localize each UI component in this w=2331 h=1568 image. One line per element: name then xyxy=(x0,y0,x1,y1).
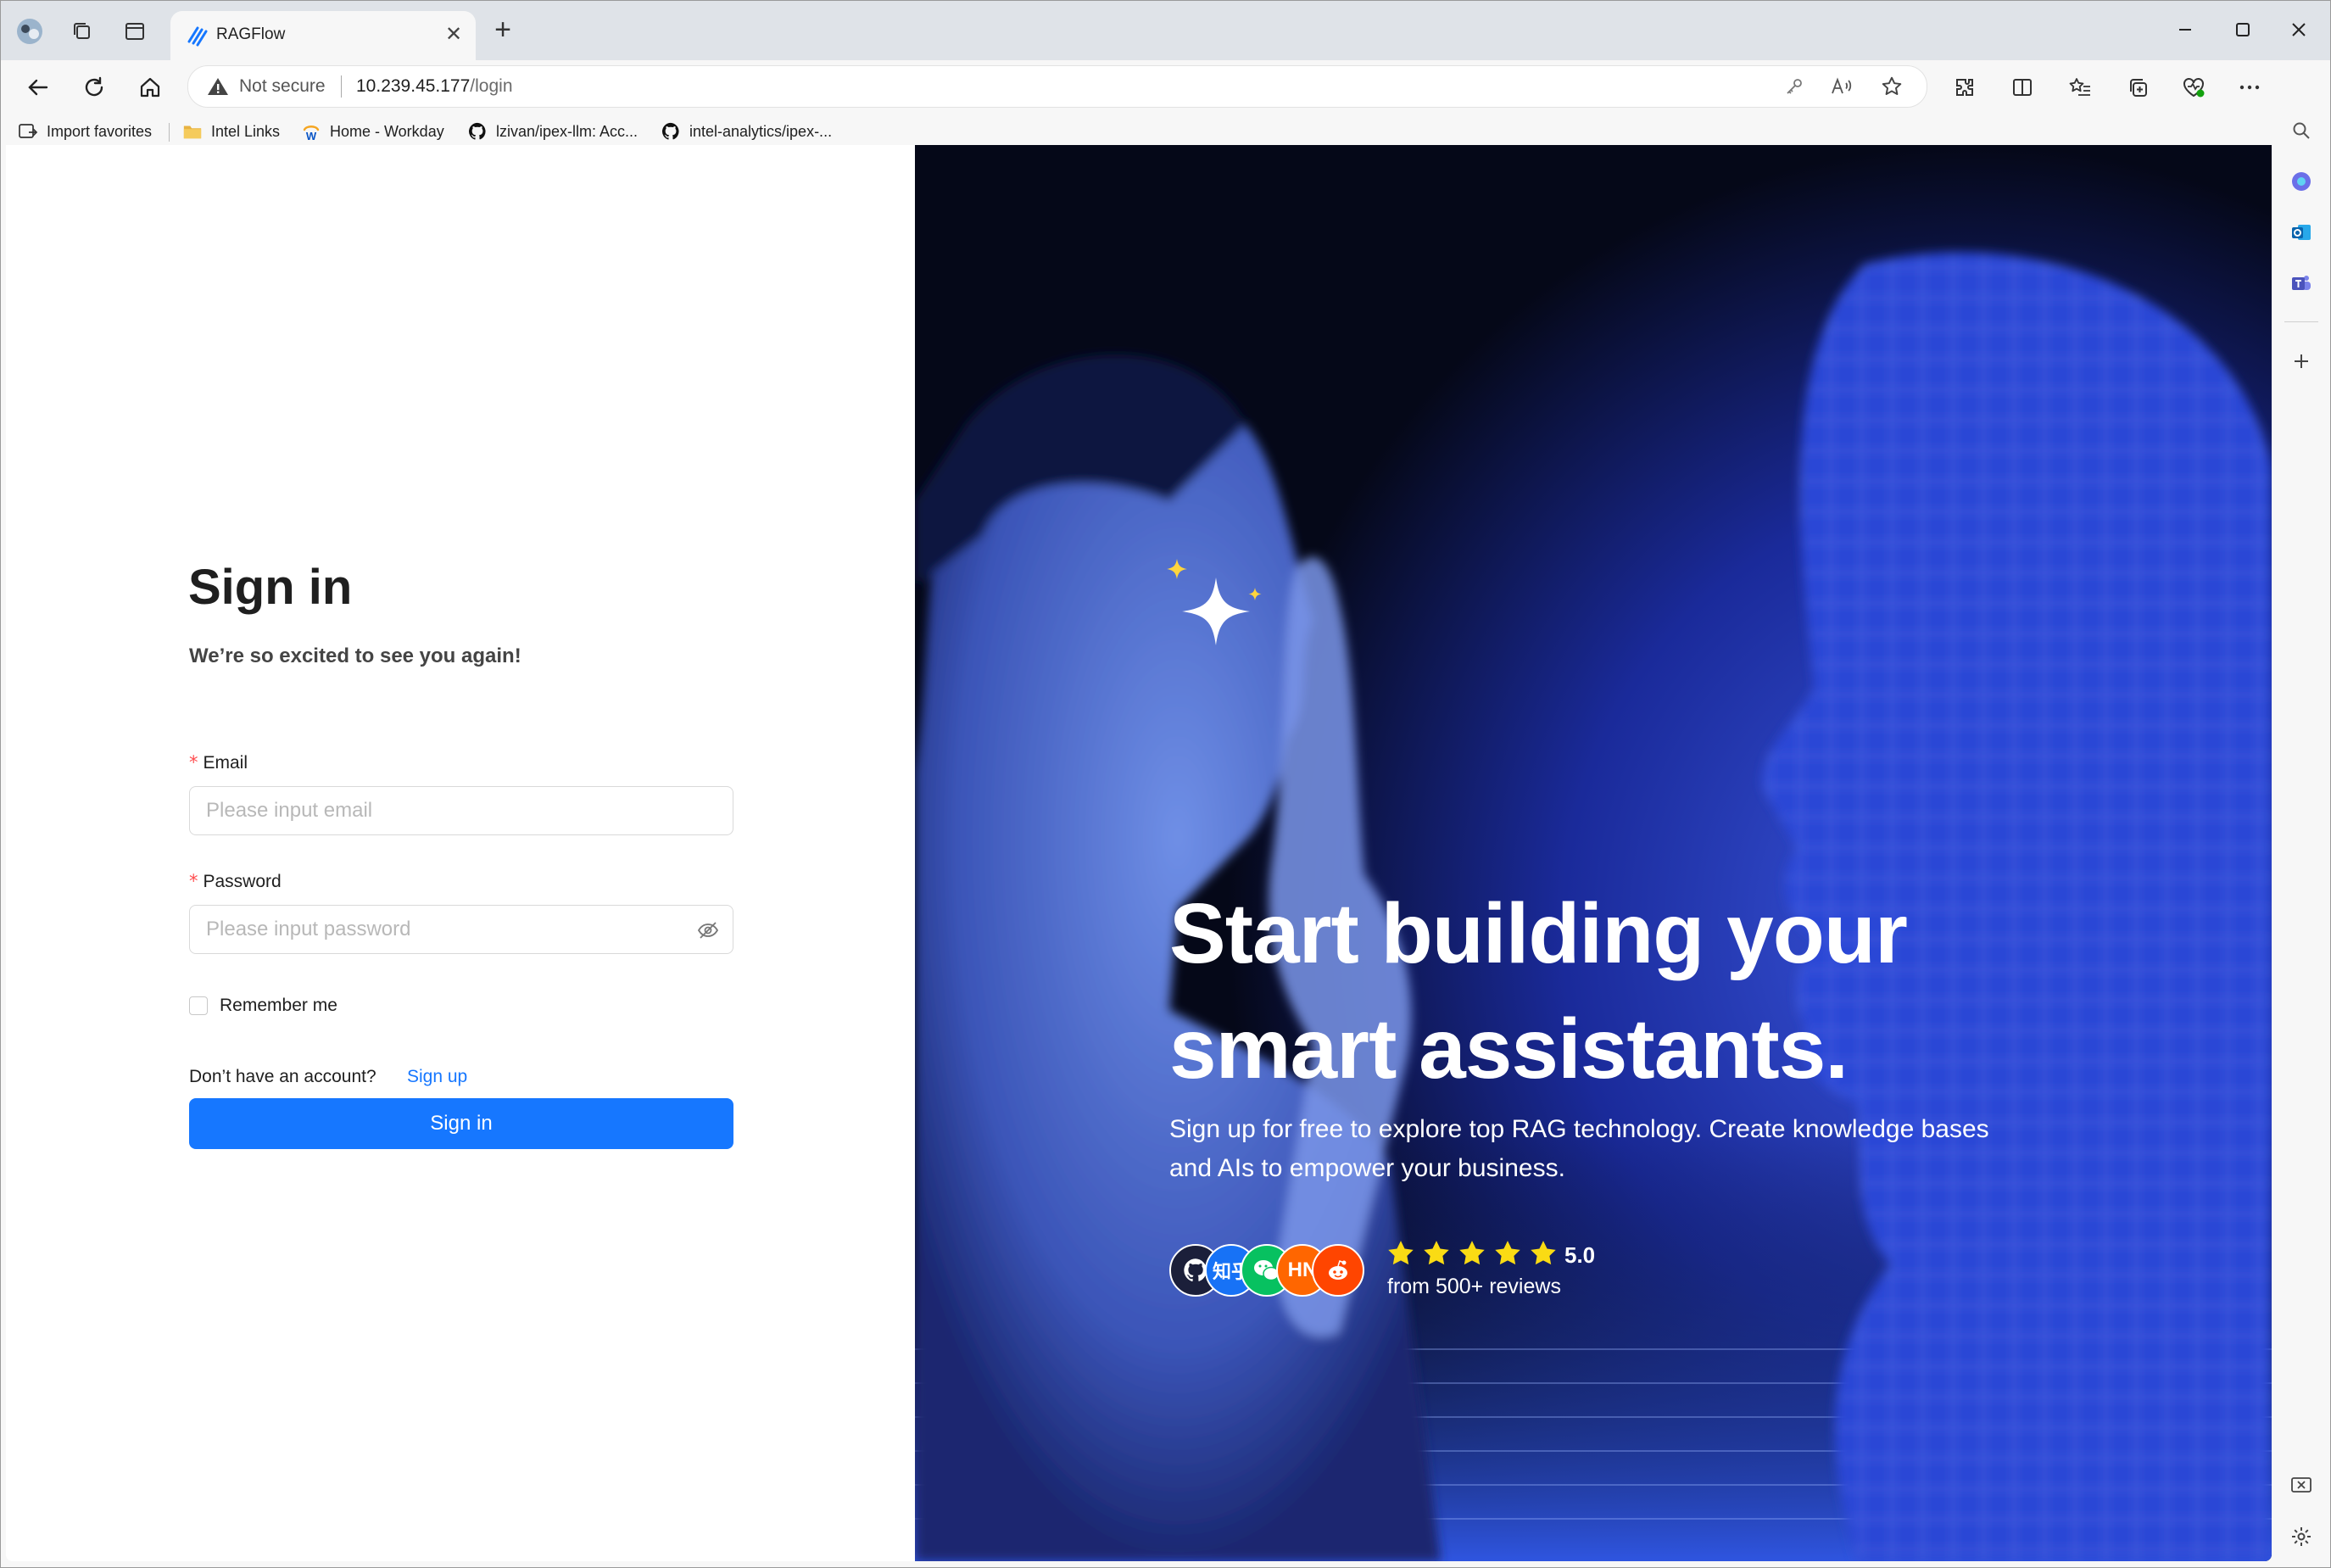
warning-icon xyxy=(208,78,228,95)
vertical-tabs-icon[interactable] xyxy=(120,16,150,47)
star-icon xyxy=(1459,1241,1485,1265)
read-aloud-icon[interactable] xyxy=(1830,75,1854,98)
star-icon xyxy=(1424,1241,1449,1265)
password-label-text: Password xyxy=(203,872,282,891)
svg-text:W: W xyxy=(306,130,317,142)
sidebar-settings-icon[interactable] xyxy=(2289,1524,2314,1549)
key-icon[interactable] xyxy=(1782,75,1806,98)
search-icon[interactable] xyxy=(2289,118,2314,143)
more-options-icon[interactable] xyxy=(2233,70,2267,104)
reddit-icon xyxy=(1312,1244,1364,1297)
email-field[interactable] xyxy=(189,786,733,835)
remember-me-checkbox[interactable] xyxy=(189,996,208,1015)
hide-sidebar-icon[interactable] xyxy=(2289,1473,2314,1498)
teams-icon[interactable] xyxy=(2289,271,2314,296)
login-subtitle: We’re so excited to see you again! xyxy=(189,644,521,667)
back-icon[interactable] xyxy=(21,70,55,104)
new-tab-button[interactable]: + xyxy=(488,15,518,47)
password-field[interactable] xyxy=(189,905,733,954)
page-title: Sign in xyxy=(188,560,353,615)
favorite-label: Import favorites xyxy=(47,122,153,140)
workspaces-icon[interactable] xyxy=(67,16,98,47)
github-icon xyxy=(467,121,488,142)
favorite-intel-links[interactable]: Intel Links xyxy=(182,120,280,143)
home-icon[interactable] xyxy=(133,70,167,104)
tab-title: RAGFlow xyxy=(216,25,286,43)
ragflow-favicon-icon xyxy=(187,26,208,47)
remember-me-label[interactable]: Remember me xyxy=(220,996,337,1016)
favorite-label: intel-analytics/ipex-... xyxy=(689,122,833,140)
folder-icon xyxy=(182,121,203,142)
tab-strip: RAGFlow ✕ + xyxy=(1,1,2330,60)
rating-value: 5.0 xyxy=(1564,1242,1596,1268)
import-icon xyxy=(18,121,38,142)
favorite-intel-analytics[interactable]: intel-analytics/ipex-... xyxy=(661,120,832,143)
hero-title-line2: smart assistants. xyxy=(1169,1002,1849,1096)
outlook-icon[interactable] xyxy=(2289,220,2314,245)
login-panel: Sign in We’re so excited to see you agai… xyxy=(6,145,915,1561)
sign-in-button[interactable]: Sign in xyxy=(189,1098,733,1149)
hero-panel: Start building your smart assistants. Sig… xyxy=(915,145,2272,1561)
email-label-text: Email xyxy=(203,753,248,773)
star-rating xyxy=(1386,1239,1558,1268)
sparkle-icon xyxy=(1167,559,1262,645)
url-path: /login xyxy=(470,76,513,96)
address-separator xyxy=(341,75,342,98)
page-viewport: Sign in We’re so excited to see you agai… xyxy=(6,145,2272,1561)
sidebar-divider xyxy=(2284,321,2318,322)
favorites-bar: Import favorites Intel Links W Home - Wo… xyxy=(1,114,2273,148)
add-sidebar-app-icon[interactable] xyxy=(2289,349,2314,374)
favorite-home-workday[interactable]: W Home - Workday xyxy=(301,120,444,143)
required-mark: * xyxy=(189,752,198,773)
refresh-icon[interactable] xyxy=(77,70,111,104)
favorite-import-favorites[interactable]: Import favorites xyxy=(18,120,152,143)
star-icon xyxy=(1531,1241,1556,1265)
hero-title: Start building your smart assistants. xyxy=(1169,876,2187,1107)
email-label: * Email xyxy=(189,752,248,773)
eye-invisible-icon[interactable] xyxy=(697,919,719,941)
profile-avatar-icon[interactable] xyxy=(14,16,45,47)
hero-title-line1: Start building your xyxy=(1169,886,1908,981)
favorite-label: Intel Links xyxy=(211,122,281,140)
star-icon xyxy=(1388,1241,1414,1265)
security-status[interactable]: Not secure xyxy=(239,76,326,97)
browser-essentials-icon[interactable] xyxy=(2177,70,2211,104)
browser-window: RAGFlow ✕ + Not secure 10.239.45.177/log… xyxy=(0,0,2331,1568)
community-avatars: 知乎 HN xyxy=(1169,1244,1373,1300)
close-tab-icon[interactable]: ✕ xyxy=(442,23,466,47)
favorite-star-icon[interactable] xyxy=(1880,75,1904,98)
workday-icon: W xyxy=(301,121,321,142)
favorite-label: Home - Workday xyxy=(330,122,444,140)
url-text[interactable]: 10.239.45.177/login xyxy=(356,76,513,97)
sign-up-link[interactable]: Sign up xyxy=(407,1067,467,1087)
hero-subtitle: Sign up for free to explore top RAG tech… xyxy=(1169,1115,1989,1182)
url-host: 10.239.45.177 xyxy=(356,76,471,96)
required-mark: * xyxy=(189,871,198,891)
tab-ragflow[interactable]: RAGFlow ✕ xyxy=(170,11,476,60)
password-input[interactable] xyxy=(204,906,683,953)
password-label: * Password xyxy=(189,871,282,892)
minimize-icon[interactable] xyxy=(2168,13,2202,47)
reviews-count: from 500+ reviews xyxy=(1387,1275,1561,1298)
favorite-label: lzivan/ipex-llm: Acc... xyxy=(496,122,639,140)
maximize-icon[interactable] xyxy=(2226,13,2260,47)
close-window-icon[interactable] xyxy=(2282,13,2316,47)
github-icon xyxy=(661,121,681,142)
no-account-text: Don’t have an account? xyxy=(189,1067,376,1086)
navigation-bar: Not secure 10.239.45.177/login xyxy=(1,60,2330,114)
email-input[interactable] xyxy=(204,787,683,834)
favorites-icon[interactable] xyxy=(2063,70,2097,104)
star-icon xyxy=(1495,1241,1520,1265)
extensions-icon[interactable] xyxy=(1948,70,1982,104)
split-screen-icon[interactable] xyxy=(2005,70,2039,104)
favorites-divider xyxy=(169,123,170,142)
edge-sidebar xyxy=(2272,60,2330,1567)
favorite-ipex-llm[interactable]: lzivan/ipex-llm: Acc... xyxy=(467,120,638,143)
collections-icon[interactable] xyxy=(2121,70,2155,104)
hero-background-image xyxy=(915,145,2272,1561)
address-bar[interactable]: Not secure 10.239.45.177/login xyxy=(187,65,1927,108)
copilot-app-icon[interactable] xyxy=(2289,169,2314,194)
